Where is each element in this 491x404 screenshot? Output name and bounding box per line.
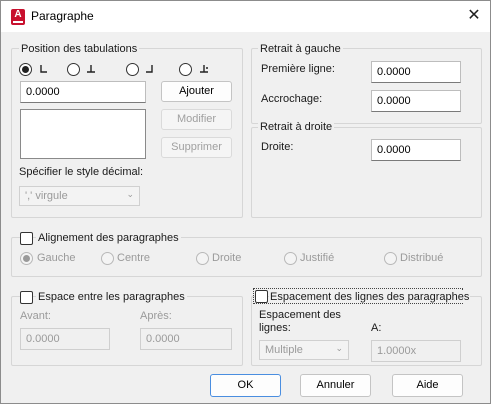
align-center-radio[interactable] [101,252,114,265]
tab-position-input[interactable]: 0.0000 [20,81,146,103]
ok-button[interactable]: OK [210,374,281,397]
close-button[interactable]: ✕ [461,5,487,27]
autocad-app-icon: A [11,9,25,25]
right-indent-title: Retrait à droite [258,121,335,133]
help-label: Aide [416,379,439,391]
delete-tab-button[interactable]: Supprimer [161,137,232,158]
add-tab-button[interactable]: Ajouter [161,81,232,102]
title-bar: A Paragraphe ✕ [1,1,490,32]
modify-tab-button[interactable]: Modifier [161,109,232,130]
left-indent-group [251,48,482,124]
line-spacing-title: Espacement des lignes des paragraphes [269,291,471,303]
paragraph-dialog: A Paragraphe ✕ Position des tabulations … [0,0,491,404]
center-tab-radio[interactable] [67,63,80,76]
at-input[interactable]: 1.0000x [371,340,461,362]
add-tab-label: Ajouter [179,85,214,97]
alignment-checkbox[interactable] [20,232,33,245]
decimal-style-value: ',' virgule [25,190,68,202]
hanging-label: Accrochage: [261,93,323,105]
align-right-label: Droite [212,252,242,264]
paragraph-spacing-title: Espace entre les paragraphes [36,291,187,303]
decimal-tab-icon [200,65,208,73]
window-title: Paragraphe [31,9,94,23]
close-icon: ✕ [467,7,481,24]
left-tab-icon [40,65,47,73]
center-tab-icon [87,65,95,73]
right-tab-radio[interactable] [126,63,139,76]
right-tab-icon [146,65,153,73]
line-spacing-checkbox[interactable] [255,290,268,303]
chevron-down-icon: ⌄ [335,343,343,353]
alignment-title: Alignement des paragraphes [36,232,181,244]
left-tab-radio[interactable] [19,63,32,76]
ok-label: OK [237,379,254,391]
align-center-label: Centre [117,252,151,264]
decimal-style-label: Spécifier le style décimal: [19,166,144,178]
tab-stops-list[interactable] [20,109,146,159]
cancel-button[interactable]: Annuler [300,374,371,397]
align-right-radio[interactable] [196,252,209,265]
decimal-tab-radio[interactable] [179,63,192,76]
help-button[interactable]: Aide [392,374,463,397]
first-line-input[interactable]: 0.0000 [371,61,461,83]
align-justify-label: Justifié [300,252,335,264]
decimal-style-select[interactable]: ',' virgule ⌄ [19,186,140,206]
paragraph-spacing-checkbox[interactable] [20,291,33,304]
chevron-down-icon: ⌄ [126,189,134,199]
cancel-label: Annuler [316,379,355,391]
align-left-radio[interactable] [20,252,33,265]
delete-tab-label: Supprimer [171,141,222,153]
at-label: A: [371,322,382,334]
align-distribute-radio[interactable] [384,252,397,265]
align-distribute-label: Distribué [400,252,444,264]
first-line-label: Première ligne: [261,63,335,75]
line-spacing-label-1: Espacement des [259,309,341,321]
left-indent-title: Retrait à gauche [258,43,343,55]
align-justify-radio[interactable] [284,252,297,265]
right-indent-input[interactable]: 0.0000 [371,139,461,161]
after-input[interactable]: 0.0000 [140,328,232,350]
tab-positions-title: Position des tabulations [19,43,140,55]
before-label: Avant: [20,310,51,322]
line-spacing-label-2: lignes: [259,322,291,334]
line-spacing-select[interactable]: Multiple ⌄ [259,340,349,360]
line-spacing-value: Multiple [265,344,303,356]
hanging-input[interactable]: 0.0000 [371,90,461,112]
after-label: Après: [140,310,172,322]
right-indent-label: Droite: [261,141,294,153]
before-input[interactable]: 0.0000 [20,328,110,350]
align-left-label: Gauche [37,252,76,264]
modify-tab-label: Modifier [176,113,217,125]
